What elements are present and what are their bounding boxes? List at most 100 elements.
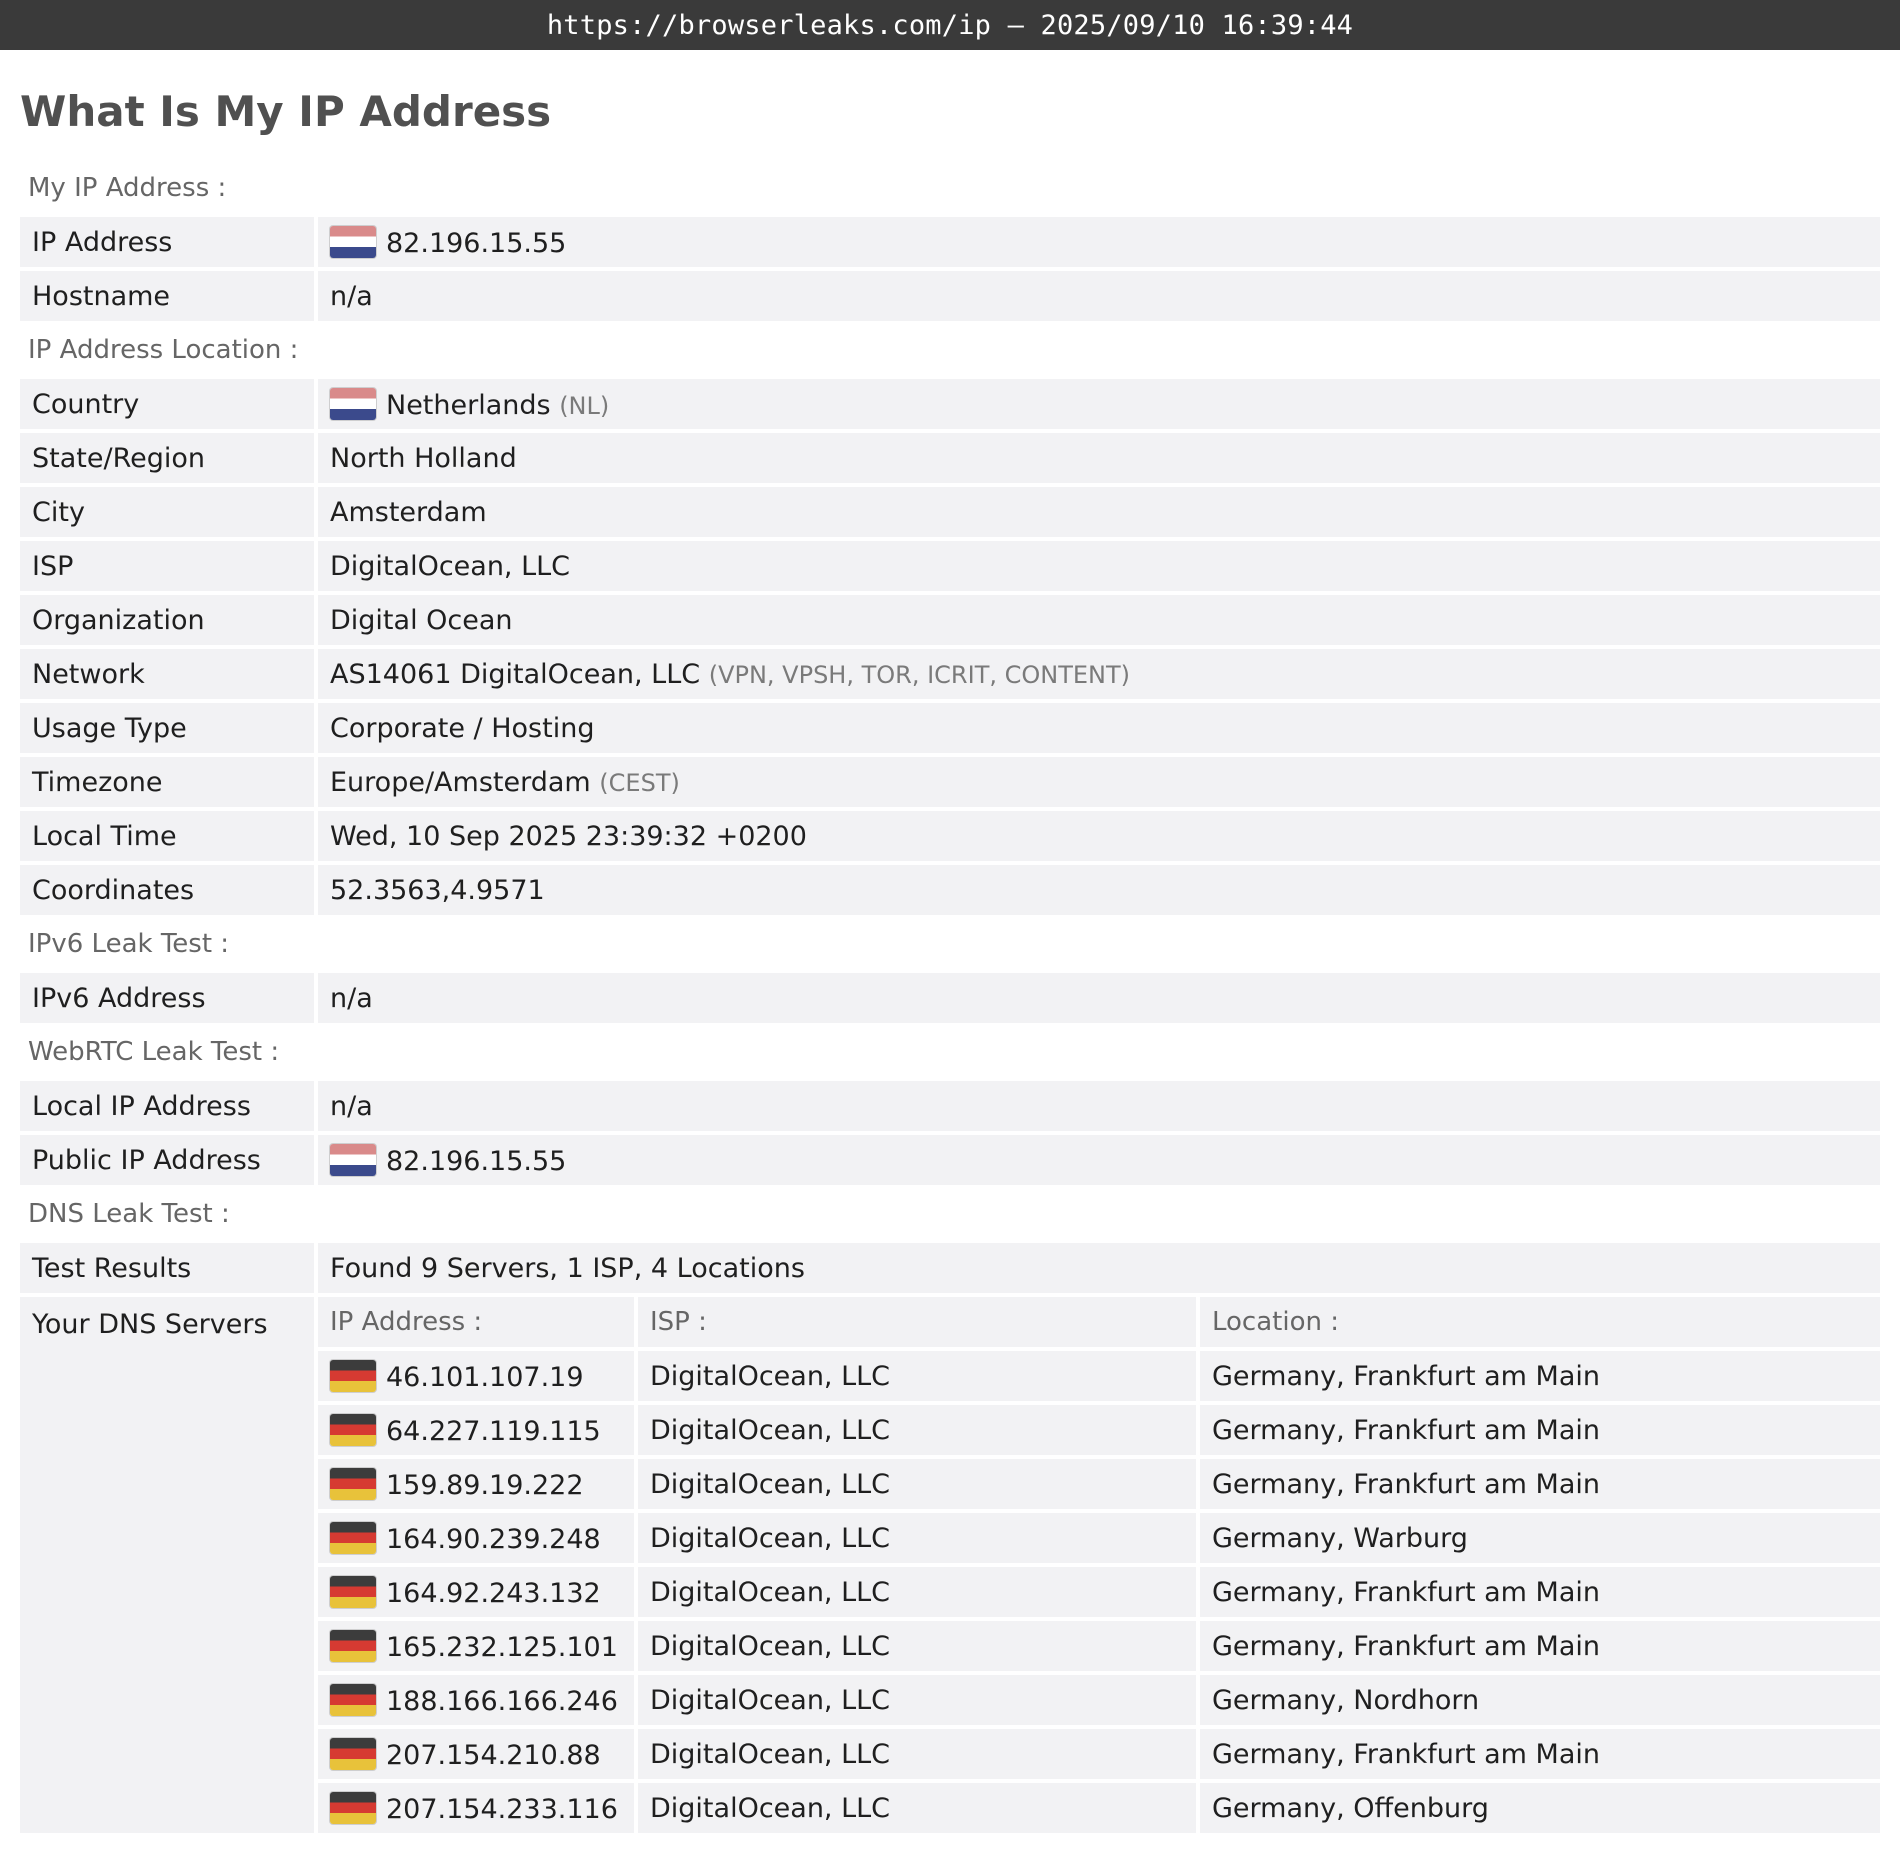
ip-address-value-cell: 82.196.15.55	[318, 217, 1880, 267]
dns-ip-cell: 165.232.125.101	[318, 1621, 638, 1671]
table-row: 165.232.125.101 DigitalOcean, LLC Germany,…	[318, 1621, 1880, 1671]
section-label-my-ip: My IP Address :	[28, 173, 227, 203]
dns-ip-cell: 207.154.233.116	[318, 1783, 638, 1833]
dns-ip-cell: 164.90.239.248	[318, 1513, 638, 1563]
ip-address-value[interactable]: 82.196.15.55	[386, 228, 566, 259]
network-value-cell: AS14061 DigitalOcean, LLC (VPN, VPSH, TO…	[318, 649, 1880, 699]
section-label-dns: DNS Leak Test :	[28, 1199, 230, 1229]
city-value: Amsterdam	[318, 487, 1880, 537]
dns-servers-body: 46.101.107.19 DigitalOcean, LLC Germany, F…	[318, 1351, 1880, 1833]
isp-key: ISP	[20, 541, 318, 591]
usage-type-value: Corporate / Hosting	[318, 703, 1880, 753]
dns-ip-cell: 207.154.210.88	[318, 1729, 638, 1779]
state-key: State/Region	[20, 433, 318, 483]
url-bar: https://browserleaks.com/ip – 2025/09/10…	[0, 0, 1900, 50]
table-row: Public IP Address 82.196.15.55	[20, 1135, 1880, 1185]
dns-ip[interactable]: 164.90.239.248	[386, 1524, 601, 1555]
hostname-value: n/a	[318, 271, 1880, 321]
germany-flag-icon	[330, 1737, 376, 1770]
webrtc-table: Local IP Address n/a Public IP Address 8…	[20, 1077, 1880, 1189]
dns-header-row: IP Address : ISP : Location :	[318, 1297, 1880, 1347]
germany-flag-icon	[330, 1359, 376, 1392]
location-table: Country Netherlands (NL) State/Region No…	[20, 375, 1880, 919]
column-header-isp: ISP :	[638, 1297, 1200, 1347]
dns-ip-cell: 188.166.166.246	[318, 1675, 638, 1725]
dns-location: Germany, Frankfurt am Main	[1200, 1621, 1880, 1671]
table-row: IP Address 82.196.15.55	[20, 217, 1880, 267]
country-value-cell: Netherlands (NL)	[318, 379, 1880, 429]
ipv6-address-key: IPv6 Address	[20, 973, 318, 1023]
dns-isp: DigitalOcean, LLC	[638, 1783, 1200, 1833]
table-row: 207.154.233.116 DigitalOcean, LLC Germany,…	[318, 1783, 1880, 1833]
dns-ip-cell: 64.227.119.115	[318, 1405, 638, 1455]
dns-servers-cell: IP Address : ISP : Location : 46.101.107…	[318, 1297, 1880, 1833]
local-time-value: Wed, 10 Sep 2025 23:39:32 +0200	[318, 811, 1880, 861]
dns-isp: DigitalOcean, LLC	[638, 1729, 1200, 1779]
dns-isp: DigitalOcean, LLC	[638, 1513, 1200, 1563]
organization-value: Digital Ocean	[318, 595, 1880, 645]
dns-ip[interactable]: 207.154.210.88	[386, 1740, 601, 1771]
netherlands-flag-icon	[330, 387, 376, 420]
dns-isp: DigitalOcean, LLC	[638, 1459, 1200, 1509]
public-ip-value[interactable]: 82.196.15.55	[386, 1146, 566, 1177]
dns-ip[interactable]: 46.101.107.19	[386, 1362, 584, 1393]
table-row: 159.89.19.222 DigitalOcean, LLC Germany, F…	[318, 1459, 1880, 1509]
table-row: 64.227.119.115 DigitalOcean, LLC Germany, …	[318, 1405, 1880, 1455]
hostname-key: Hostname	[20, 271, 318, 321]
dns-ip[interactable]: 188.166.166.246	[386, 1686, 618, 1717]
dns-servers-key: Your DNS Servers	[20, 1297, 318, 1833]
isp-value: DigitalOcean, LLC	[318, 541, 1880, 591]
dns-ip-cell: 164.92.243.132	[318, 1567, 638, 1617]
ipv6-address-value: n/a	[318, 973, 1880, 1023]
public-ip-key: Public IP Address	[20, 1135, 318, 1185]
table-row: Coordinates 52.3563,4.9571	[20, 865, 1880, 915]
dns-ip[interactable]: 159.89.19.222	[386, 1470, 584, 1501]
country-key: Country	[20, 379, 318, 429]
dns-ip[interactable]: 64.227.119.115	[386, 1416, 601, 1447]
table-row: 46.101.107.19 DigitalOcean, LLC Germany, F…	[318, 1351, 1880, 1401]
network-value: AS14061 DigitalOcean, LLC	[330, 658, 701, 690]
table-row: State/Region North Holland	[20, 433, 1880, 483]
test-results-value: Found 9 Servers, 1 ISP, 4 Locations	[318, 1243, 1880, 1293]
local-ip-value: n/a	[318, 1081, 1880, 1131]
dns-table: Test Results Found 9 Servers, 1 ISP, 4 L…	[20, 1239, 1880, 1837]
dns-isp: DigitalOcean, LLC	[638, 1621, 1200, 1671]
germany-flag-icon	[330, 1791, 376, 1824]
table-row: 188.166.166.246 DigitalOcean, LLC Germany,…	[318, 1675, 1880, 1725]
coordinates-key: Coordinates	[20, 865, 318, 915]
city-key: City	[20, 487, 318, 537]
local-time-key: Local Time	[20, 811, 318, 861]
dns-ip-cell: 46.101.107.19	[318, 1351, 638, 1401]
dns-ip[interactable]: 165.232.125.101	[386, 1632, 618, 1663]
usage-type-key: Usage Type	[20, 703, 318, 753]
dns-location: Germany, Warburg	[1200, 1513, 1880, 1563]
url-text: https://browserleaks.com/ip – 2025/09/10…	[546, 9, 1354, 41]
dns-isp: DigitalOcean, LLC	[638, 1405, 1200, 1455]
table-row: Local IP Address n/a	[20, 1081, 1880, 1131]
public-ip-value-cell: 82.196.15.55	[318, 1135, 1880, 1185]
coordinates-value[interactable]: 52.3563,4.9571	[318, 865, 1880, 915]
dns-ip-cell: 159.89.19.222	[318, 1459, 638, 1509]
dns-isp: DigitalOcean, LLC	[638, 1351, 1200, 1401]
dns-ip[interactable]: 164.92.243.132	[386, 1578, 601, 1609]
section-label-webrtc: WebRTC Leak Test :	[28, 1037, 280, 1067]
table-row: Country Netherlands (NL)	[20, 379, 1880, 429]
table-row: Network AS14061 DigitalOcean, LLC (VPN, …	[20, 649, 1880, 699]
state-value: North Holland	[318, 433, 1880, 483]
timezone-abbr: (CEST)	[599, 768, 680, 797]
column-header-location: Location :	[1200, 1297, 1880, 1347]
page-title: What Is My IP Address	[20, 87, 552, 136]
table-row: 164.90.239.248 DigitalOcean, LLC Germany, …	[318, 1513, 1880, 1563]
table-row: 164.92.243.132 DigitalOcean, LLC Germany, …	[318, 1567, 1880, 1617]
section-label-location: IP Address Location :	[28, 335, 299, 365]
main-content: What Is My IP Address My IP Address : IP…	[0, 50, 1900, 1837]
dns-isp: DigitalOcean, LLC	[638, 1567, 1200, 1617]
timezone-value-cell: Europe/Amsterdam (CEST)	[318, 757, 1880, 807]
organization-key: Organization	[20, 595, 318, 645]
dns-ip[interactable]: 207.154.233.116	[386, 1794, 618, 1825]
column-header-ip: IP Address :	[318, 1297, 638, 1347]
table-row: Test Results Found 9 Servers, 1 ISP, 4 L…	[20, 1243, 1880, 1293]
table-row: Timezone Europe/Amsterdam (CEST)	[20, 757, 1880, 807]
network-key: Network	[20, 649, 318, 699]
table-row: City Amsterdam	[20, 487, 1880, 537]
